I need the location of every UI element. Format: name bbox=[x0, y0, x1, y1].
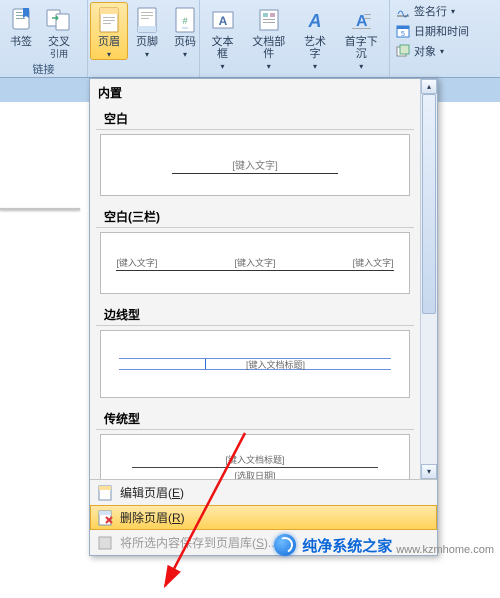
bookmark-button[interactable]: 书签 bbox=[2, 2, 40, 61]
document-area: 内置 空白 [键入文字] 空白(三栏) [键入文字] [键入文字] [键入文字]… bbox=[0, 78, 500, 564]
chevron-down-icon: ▾ bbox=[183, 50, 187, 59]
dropcap-icon: A bbox=[347, 6, 375, 34]
section-blank-title: 空白 bbox=[96, 104, 414, 130]
placeholder-text: [键入文字] bbox=[234, 256, 275, 269]
gallery-item-edge[interactable]: [键入文档标题] bbox=[100, 330, 410, 398]
gallery-item-blank-3col[interactable]: [键入文字] [键入文字] [键入文字] bbox=[100, 232, 410, 294]
menu-label: 编辑页眉(E) bbox=[120, 484, 184, 501]
svg-text:A: A bbox=[218, 14, 227, 28]
header-icon bbox=[95, 6, 123, 34]
scroll-track[interactable] bbox=[421, 94, 437, 464]
object-button[interactable]: 对象▾ bbox=[394, 42, 496, 60]
object-icon bbox=[396, 44, 410, 58]
svg-text:A: A bbox=[308, 11, 322, 31]
textbox-button[interactable]: A 文本框 ▾ bbox=[202, 2, 243, 72]
placeholder-text: [键入文字] bbox=[116, 256, 157, 269]
quick-parts-icon bbox=[255, 6, 283, 34]
dropcap-button[interactable]: A 首字下沉 ▾ bbox=[336, 2, 387, 72]
scroll-thumb[interactable] bbox=[422, 94, 436, 314]
page-number-label: 页码 bbox=[174, 36, 196, 48]
page-number-button[interactable]: # 页码 ▾ bbox=[166, 2, 204, 60]
cross-reference-icon bbox=[45, 6, 73, 34]
watermark: 纯净系统之家 www.kzmhome.com bbox=[274, 534, 494, 556]
chevron-down-icon: ▾ bbox=[221, 62, 225, 71]
wordart-button[interactable]: A 艺术字 ▾ bbox=[295, 2, 336, 72]
textbox-icon: A bbox=[209, 6, 237, 34]
header-button[interactable]: 页眉 ▾ bbox=[90, 2, 128, 60]
ribbon: 书签 交叉引用 链接 页眉 ▾ 页脚 bbox=[0, 0, 500, 78]
edit-header-menu-item[interactable]: 编辑页眉(E) bbox=[90, 480, 437, 505]
bookmark-label: 书签 bbox=[10, 36, 32, 48]
remove-header-menu-item[interactable]: 删除页眉(R) bbox=[90, 505, 437, 530]
signature-label: 签名行 bbox=[414, 3, 447, 19]
object-label: 对象 bbox=[414, 43, 436, 59]
scroll-down-button[interactable]: ▾ bbox=[421, 464, 437, 479]
datetime-label: 日期和时间 bbox=[414, 23, 469, 39]
svg-text:#: # bbox=[182, 16, 187, 26]
links-group-label: 链接 bbox=[0, 61, 87, 78]
wordart-label: 艺术字 bbox=[300, 36, 331, 60]
section-traditional-title: 传统型 bbox=[96, 404, 414, 430]
header-label: 页眉 bbox=[98, 36, 120, 48]
svg-text:5: 5 bbox=[401, 31, 405, 38]
chevron-down-icon: ▾ bbox=[107, 50, 111, 59]
placeholder-text: [键入文档标题] bbox=[246, 358, 305, 371]
wordart-icon: A bbox=[301, 6, 329, 34]
gallery-item-traditional[interactable]: [键入文档标题] [选取日期] bbox=[100, 434, 410, 479]
gallery-heading: 内置 bbox=[90, 79, 420, 104]
placeholder-text: [键入文档标题] bbox=[132, 453, 378, 468]
chevron-down-icon: ▾ bbox=[359, 62, 363, 71]
footer-button[interactable]: 页脚 ▾ bbox=[128, 2, 166, 60]
footer-icon bbox=[133, 6, 161, 34]
calendar-icon: 5 bbox=[396, 24, 410, 38]
section-edge-title: 边线型 bbox=[96, 300, 414, 326]
placeholder-text: [选取日期] bbox=[132, 468, 378, 480]
scroll-up-button[interactable]: ▴ bbox=[421, 79, 437, 94]
edit-icon bbox=[96, 485, 114, 501]
chevron-down-icon: ▾ bbox=[267, 62, 271, 71]
header-gallery-dropdown: 内置 空白 [键入文字] 空白(三栏) [键入文字] [键入文字] [键入文字]… bbox=[89, 78, 438, 556]
page-divider bbox=[0, 208, 80, 210]
placeholder-text: [键入文字] bbox=[353, 256, 394, 269]
quick-parts-button[interactable]: 文档部件 ▾ bbox=[243, 2, 294, 72]
watermark-logo-icon bbox=[274, 534, 296, 556]
datetime-button[interactable]: 5 日期和时间 bbox=[394, 22, 496, 40]
textbox-label: 文本框 bbox=[207, 36, 238, 60]
menu-label: 删除页眉(R) bbox=[120, 509, 185, 526]
svg-text:A: A bbox=[356, 13, 368, 30]
footer-label: 页脚 bbox=[136, 36, 158, 48]
gallery-item-blank[interactable]: [键入文字] bbox=[100, 134, 410, 196]
chevron-down-icon: ▾ bbox=[313, 62, 317, 71]
signature-line-button[interactable]: 签名行▾ bbox=[394, 2, 496, 20]
cross-reference-button[interactable]: 交叉引用 bbox=[40, 2, 78, 61]
cross-reference-label: 交叉引用 bbox=[48, 36, 70, 60]
save-icon bbox=[96, 535, 114, 551]
remove-icon bbox=[96, 510, 114, 526]
section-blank3-title: 空白(三栏) bbox=[96, 202, 414, 228]
bookmark-icon bbox=[7, 6, 35, 34]
watermark-url: www.kzmhome.com bbox=[396, 544, 494, 556]
watermark-brand: 纯净系统之家 bbox=[302, 535, 392, 556]
dropcap-label: 首字下沉 bbox=[341, 36, 382, 60]
page-number-icon: # bbox=[171, 6, 199, 34]
signature-icon bbox=[396, 4, 410, 18]
quick-parts-label: 文档部件 bbox=[248, 36, 289, 60]
menu-label: 将所选内容保存到页眉库(S)... bbox=[120, 534, 278, 551]
gallery-scrollbar[interactable]: ▴ ▾ bbox=[420, 79, 437, 479]
chevron-down-icon: ▾ bbox=[145, 50, 149, 59]
placeholder-text: [键入文字] bbox=[172, 157, 338, 174]
